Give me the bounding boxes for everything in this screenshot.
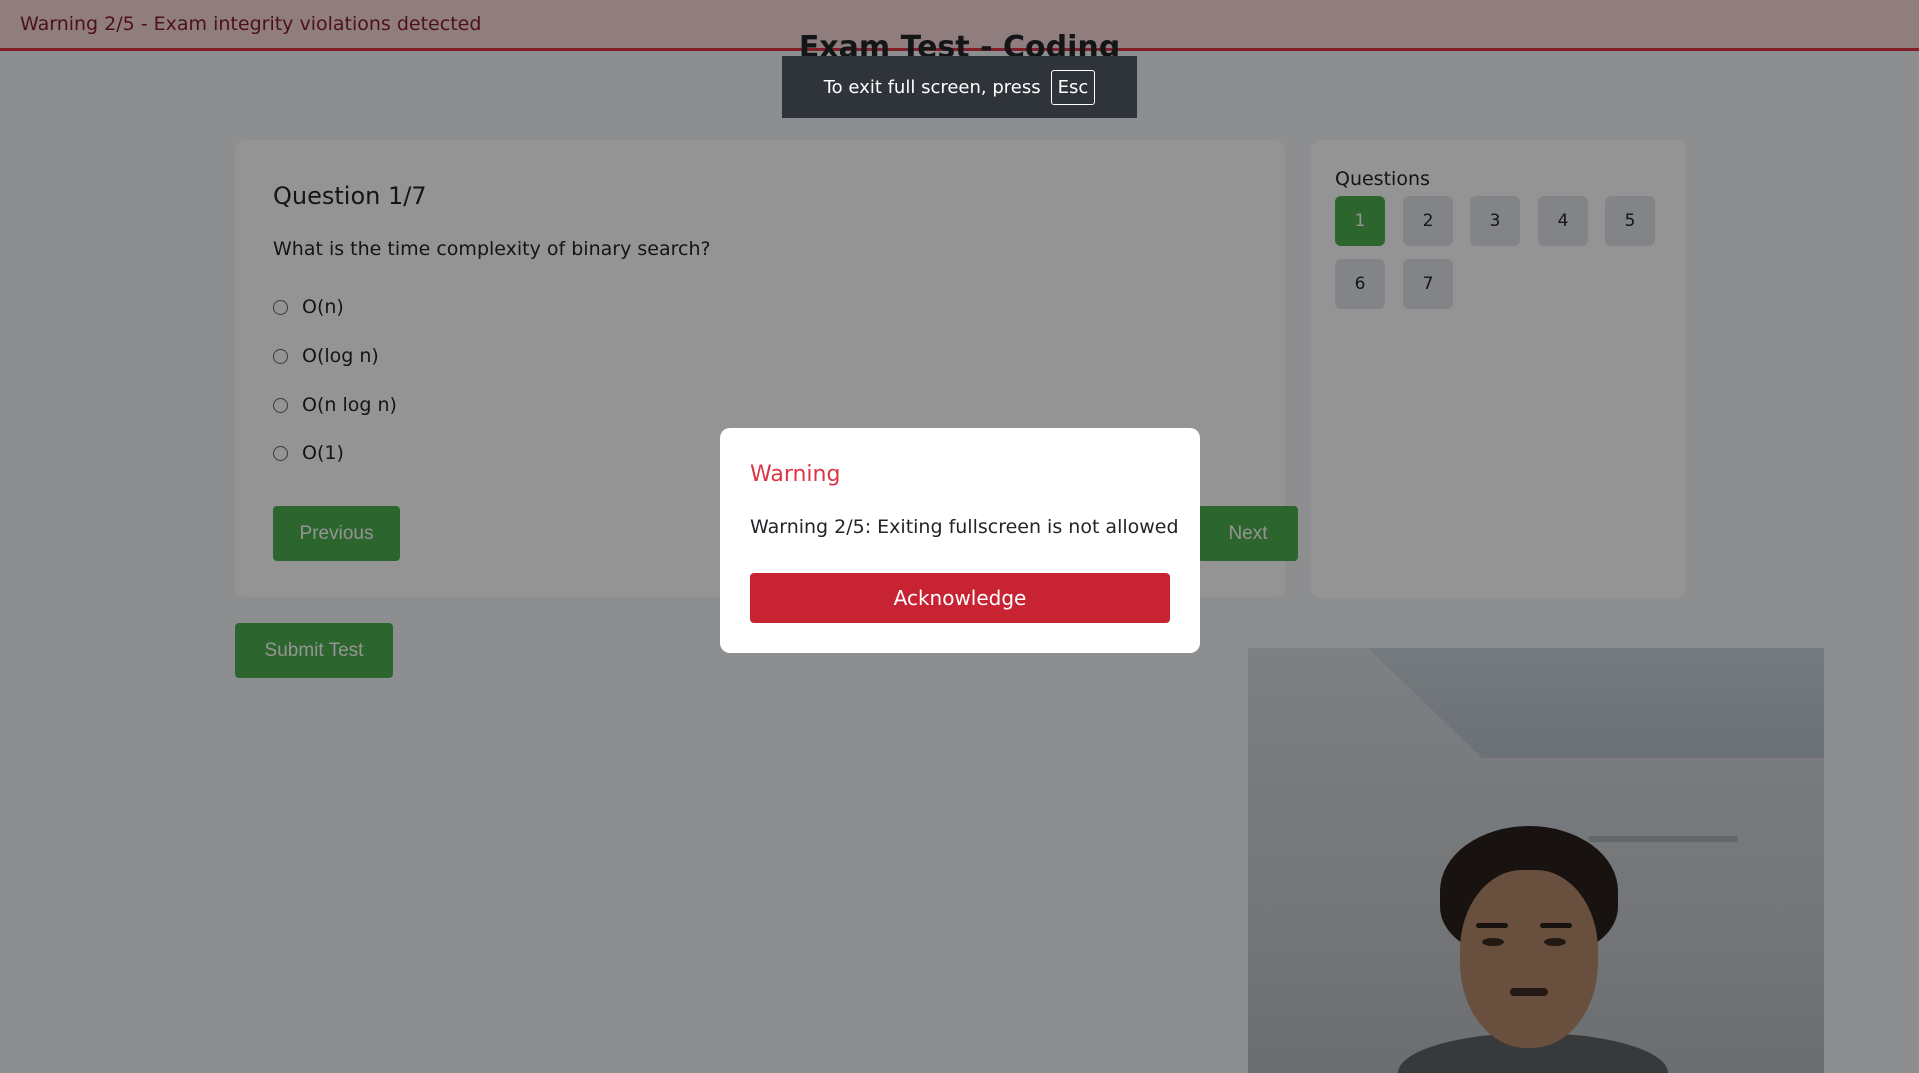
acknowledge-button[interactable]: Acknowledge bbox=[750, 573, 1170, 623]
modal-title: Warning bbox=[750, 462, 841, 487]
fullscreen-exit-toast: To exit full screen, press Esc bbox=[782, 56, 1137, 118]
fullscreen-toast-text: To exit full screen, press bbox=[823, 76, 1041, 98]
modal-message: Warning 2/5: Exiting fullscreen is not a… bbox=[750, 516, 1179, 538]
warning-modal: Warning Warning 2/5: Exiting fullscreen … bbox=[720, 428, 1200, 653]
exam-page: Warning 2/5 - Exam integrity violations … bbox=[0, 0, 1919, 1073]
esc-key-hint: Esc bbox=[1050, 69, 1096, 105]
